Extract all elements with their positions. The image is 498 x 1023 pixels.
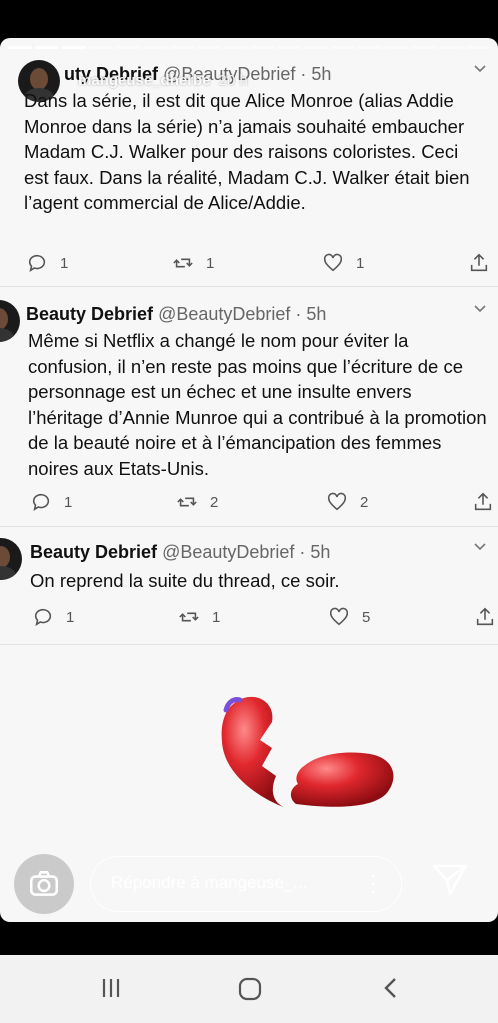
comment-icon: [32, 493, 50, 511]
avatar[interactable]: [0, 538, 22, 580]
retweet-icon: [177, 497, 197, 507]
camera-button[interactable]: [14, 854, 74, 914]
comment-icon: [28, 254, 46, 272]
progress-segment: [61, 46, 86, 49]
retweet-icon: [179, 612, 199, 622]
story-username-label: mangeuse_dherbe: [78, 72, 211, 89]
progress-segment: [358, 46, 383, 49]
reply-button[interactable]: 1: [32, 606, 74, 628]
reply-input[interactable]: Répondre à mangeuse_... · · ·: [90, 856, 402, 912]
reply-button[interactable]: 1: [26, 252, 68, 274]
retweet-button[interactable]: 1: [172, 252, 214, 274]
tweet-author-name: Beauty Debrief: [30, 542, 158, 562]
story-time: 20 h: [218, 72, 248, 89]
retweet-count: 2: [210, 493, 219, 511]
like-button[interactable]: 2: [326, 491, 368, 513]
tweet-text: On reprend la suite du thread, ce soir.: [30, 570, 340, 591]
camera-icon: [29, 871, 59, 896]
system-navigation-bar: [0, 955, 498, 1023]
like-count: 2: [360, 493, 369, 511]
send-icon[interactable]: [430, 860, 470, 900]
more-options-icon[interactable]: · · ·: [370, 864, 377, 902]
tweet-header: Beauty Debrief @BeautyDebrief · 5h: [30, 542, 330, 563]
tweet-actions: 1 1 1: [0, 252, 498, 276]
retweet-count: 1: [206, 254, 215, 272]
story-viewer: uty Debrief @BeautyDebrief · 5h Dans la …: [0, 38, 498, 922]
reply-count: 1: [60, 254, 69, 272]
retweet-button[interactable]: 2: [176, 491, 218, 513]
progress-segment: [196, 46, 221, 49]
reply-count: 1: [64, 493, 73, 511]
progress-segment: [250, 46, 275, 49]
progress-segment: [385, 46, 410, 49]
progress-segment: [412, 46, 436, 49]
tweet-author-name: Beauty Debrief: [26, 304, 154, 324]
like-count: 5: [362, 608, 371, 626]
tweet-time: · 5h: [295, 304, 327, 324]
reply-count: 1: [66, 608, 75, 626]
home-icon[interactable]: [236, 975, 264, 1003]
tweet-time: · 5h: [300, 64, 332, 84]
like-count: 1: [356, 254, 365, 272]
tweet-handle: @BeautyDebrief: [158, 304, 291, 324]
divider: [0, 286, 498, 287]
retweet-icon: [173, 258, 193, 268]
tweet-header: Beauty Debrief @BeautyDebrief · 5h: [26, 304, 326, 325]
progress-segment: [34, 46, 59, 49]
progress-segment: [331, 46, 356, 49]
back-icon[interactable]: [378, 975, 404, 1001]
heart-outline-icon: [329, 607, 349, 626]
tweet-text: Dans la série, il est dit que Alice Monr…: [24, 90, 470, 213]
divider: [0, 526, 498, 527]
tweet-handle: @BeautyDebrief: [162, 542, 295, 562]
share-button[interactable]: [472, 491, 494, 513]
progress-segment: [88, 46, 113, 49]
retweet-button[interactable]: 1: [178, 606, 220, 628]
retweet-count: 1: [212, 608, 221, 626]
progress-segment: [223, 46, 248, 49]
tweet-text: Même si Netflix a changé le nom pour évi…: [28, 330, 487, 479]
progress-segment: [465, 46, 490, 49]
share-button[interactable]: [468, 252, 490, 274]
tweet-time: · 5h: [299, 542, 331, 562]
reply-button[interactable]: 1: [30, 491, 72, 513]
broken-heart-sticker[interactable]: [214, 692, 404, 822]
story-reply-bar: Répondre à mangeuse_... · · ·: [0, 854, 498, 914]
heart-outline-icon: [323, 253, 343, 272]
chevron-down-icon[interactable]: [474, 540, 486, 552]
share-button[interactable]: [474, 606, 496, 628]
progress-segment: [277, 46, 302, 49]
like-button[interactable]: 5: [328, 606, 370, 628]
share-icon: [476, 607, 494, 626]
chevron-down-icon[interactable]: [474, 302, 486, 314]
story-username[interactable]: mangeuse_dherbe 20 h: [78, 72, 248, 89]
progress-segment: [169, 46, 194, 49]
avatar[interactable]: [0, 300, 20, 342]
story-progress-bar: [8, 46, 490, 49]
heart-outline-icon: [327, 492, 347, 511]
tweet-actions: 1 2 2: [0, 491, 498, 515]
reply-placeholder: Répondre à mangeuse_...: [111, 873, 308, 892]
recent-apps-icon[interactable]: [98, 975, 124, 1001]
share-icon: [474, 492, 492, 511]
tweet-actions: 1 1 5: [0, 606, 498, 630]
divider: [0, 644, 498, 645]
progress-segment: [142, 46, 167, 49]
like-button[interactable]: 1: [322, 252, 364, 274]
progress-segment: [8, 46, 32, 49]
share-icon: [470, 253, 488, 272]
progress-segment: [304, 46, 329, 49]
comment-icon: [34, 608, 52, 626]
progress-segment: [115, 46, 140, 49]
chevron-down-icon[interactable]: [474, 62, 486, 74]
progress-segment: [439, 46, 463, 49]
